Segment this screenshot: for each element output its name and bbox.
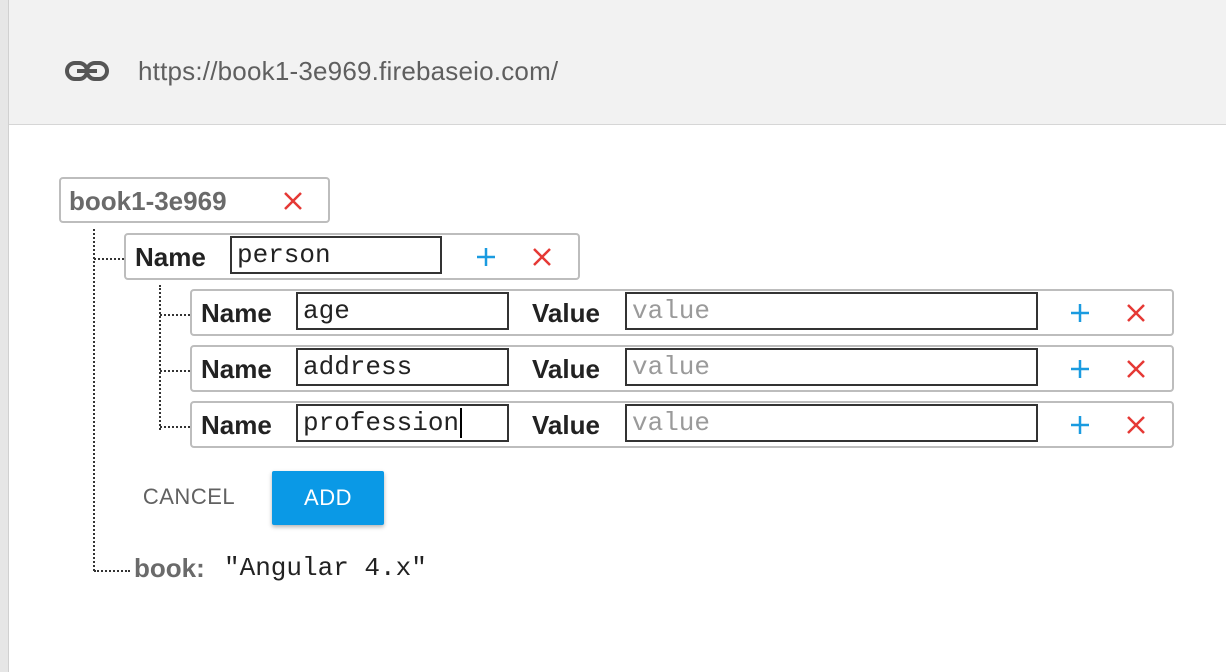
add-child-icon[interactable] <box>1068 413 1092 437</box>
value-label: Value <box>532 298 600 328</box>
name-label: Name <box>201 354 272 384</box>
child-name-input[interactable]: profession <box>296 404 509 442</box>
name-label: Name <box>135 242 206 272</box>
add-child-icon[interactable] <box>474 245 498 269</box>
value-label: Value <box>532 410 600 440</box>
remove-node-icon[interactable] <box>530 245 554 269</box>
remove-child-icon[interactable] <box>1124 357 1148 381</box>
tree-line-person <box>159 285 161 430</box>
link-icon <box>65 61 109 81</box>
child-name-input[interactable]: age <box>296 292 509 330</box>
existing-child-value[interactable]: "Angular 4.x" <box>224 553 427 583</box>
tree-branch-age <box>160 314 190 316</box>
name-label: Name <box>201 410 272 440</box>
child-value-input[interactable]: value <box>625 292 1038 330</box>
tree-branch-person <box>94 258 124 260</box>
tree-branch-address <box>160 370 190 372</box>
remove-child-icon[interactable] <box>1124 413 1148 437</box>
remove-child-icon[interactable] <box>1124 301 1148 325</box>
database-url-bar: https://book1-3e969.firebaseio.com/ <box>9 0 1226 125</box>
add-button[interactable]: ADD <box>272 471 384 525</box>
child-value-input[interactable]: value <box>625 404 1038 442</box>
database-url[interactable]: https://book1-3e969.firebaseio.com/ <box>138 56 558 87</box>
tree-branch-book <box>94 570 130 572</box>
name-label: Name <box>201 298 272 328</box>
add-child-icon[interactable] <box>1068 357 1092 381</box>
tree-branch-profession <box>160 426 190 428</box>
root-key[interactable]: book1-3e969 <box>69 186 227 217</box>
root-node: book1-3e969 <box>59 177 330 223</box>
child-name-value: profession <box>303 408 460 438</box>
node-name-input[interactable]: person <box>230 236 442 274</box>
value-label: Value <box>532 354 600 384</box>
existing-child-key[interactable]: book: <box>134 553 205 584</box>
child-name-input[interactable]: address <box>296 348 509 386</box>
text-cursor <box>460 408 463 439</box>
remove-root-icon[interactable] <box>281 189 305 213</box>
child-row: Name profession Value value <box>190 401 1174 448</box>
new-node-row: Name person <box>124 233 580 280</box>
child-row: Name address Value value <box>190 345 1174 392</box>
child-value-input[interactable]: value <box>625 348 1038 386</box>
child-row: Name age Value value <box>190 289 1174 336</box>
tree-line-root <box>93 229 95 571</box>
window-frame <box>0 0 9 672</box>
cancel-button[interactable]: CANCEL <box>130 471 248 523</box>
add-child-icon[interactable] <box>1068 301 1092 325</box>
